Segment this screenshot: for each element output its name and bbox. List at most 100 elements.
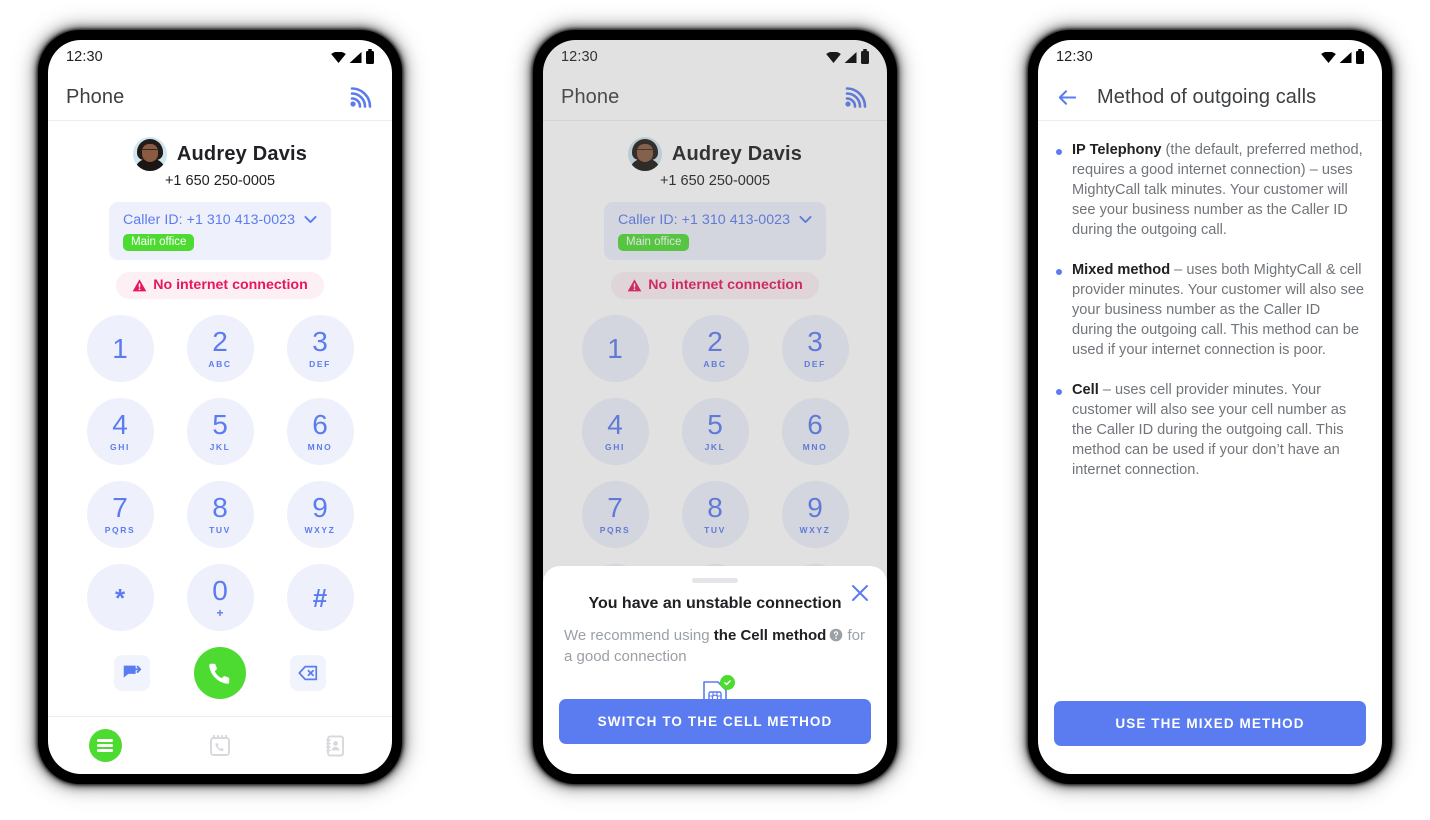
dialpad-key-digit: 3 [312, 326, 328, 358]
dialpad-key-0[interactable]: 0+ [186, 564, 254, 631]
status-icons-3 [1321, 48, 1364, 64]
dialpad-key-4[interactable]: 4 GHI [86, 398, 154, 465]
caller-id-tag: Main office [123, 234, 195, 251]
status-time: 12:30 [66, 49, 103, 65]
dialpad-key-#[interactable]: # [286, 564, 354, 631]
list-item-text: Cell – uses cell provider minutes. Your … [1072, 381, 1364, 481]
dialpad-key-letters: TUV [209, 525, 231, 536]
sheet-title: You have an unstable connection [588, 595, 842, 612]
warning-triangle-icon [132, 278, 147, 291]
dialpad-key-digit: 5 [212, 409, 228, 441]
dialpad-key-6[interactable]: 6 MNO [286, 398, 354, 465]
wifi-icon [331, 51, 346, 63]
action-row [48, 647, 392, 699]
back-arrow-icon[interactable] [1056, 86, 1079, 109]
nav-item-contacts[interactable] [277, 733, 392, 759]
app-bar: Phone [48, 74, 392, 121]
list-item-text: Mixed method – uses both MightyCall & ce… [1072, 261, 1364, 361]
chevron-down-icon [304, 216, 317, 223]
phone3-button-wrap: USE THE MIXED METHOD [1054, 701, 1366, 746]
sheet-drag-handle[interactable] [692, 578, 738, 583]
phone1-screen: 12:30 Phone Audrey Davis +1 650 250-0005… [48, 40, 392, 774]
warning-wrap: No internet connection [48, 272, 392, 299]
sheet-button-wrap: SWITCH TO THE CELL METHOD [559, 699, 871, 744]
avatar [132, 137, 167, 171]
sheet-body-bold: the Cell method [713, 627, 827, 644]
list-item: Mixed method – uses both MightyCall & ce… [1056, 261, 1364, 361]
dialpad-key-2[interactable]: 2 ABC [186, 315, 254, 382]
dialpad-key-letters: DEF [309, 359, 331, 370]
list-item-term: Cell [1072, 381, 1099, 398]
caller-id-row: Caller ID: +1 310 413-0023 [123, 211, 319, 228]
sheet-body-pre: We recommend using [564, 627, 714, 644]
app-bar-left-3: Method of outgoing calls [1056, 86, 1316, 109]
use-mixed-method-button[interactable]: USE THE MIXED METHOD [1054, 701, 1366, 746]
contact-name: Audrey Davis [176, 142, 308, 165]
screenshot-stage: 12:30 Phone Audrey Davis +1 650 250-0005… [0, 0, 1430, 820]
dialpad-key-1[interactable]: 1 [86, 315, 154, 382]
outgoing-call-methods-list: IP Telephony (the default, preferred met… [1038, 121, 1382, 501]
dialpad-key-digit: 2 [212, 326, 228, 358]
bullet-icon [1056, 149, 1062, 155]
dialpad-key-letters: PQRS [104, 525, 136, 536]
list-item: IP Telephony (the default, preferred met… [1056, 141, 1364, 241]
message-button[interactable] [114, 655, 150, 691]
dialpad-key-digit: 0 [212, 574, 228, 606]
list-item-description: – uses cell provider minutes. Your custo… [1072, 381, 1347, 478]
status-bar: 12:30 [48, 40, 392, 74]
dialpad-key-8[interactable]: 8 TUV [186, 481, 254, 548]
contacts-book-icon [325, 735, 344, 756]
phone2-screen: 12:30 Phone Audrey Davis +1 650 250-0005… [543, 40, 887, 774]
caller-id-label: Caller ID: +1 310 413-0023 [123, 211, 296, 228]
battery-icon [366, 48, 374, 64]
check-badge-icon [720, 674, 735, 690]
dialpad-key-digit: 6 [312, 409, 328, 441]
status-time-3: 12:30 [1056, 49, 1093, 65]
dialpad-key-letters: + [216, 605, 224, 620]
signal-icon [349, 51, 362, 63]
bottom-nav [48, 716, 392, 774]
sheet-body: We recommend using the Cell method for a… [564, 625, 866, 668]
close-icon[interactable] [849, 582, 871, 604]
dialpad: 1 2 ABC 3 DEF 4 GHI 5 JKL 6 MNO 7 PQRS 8 TUV 9 WXYZ * 0 + # [48, 315, 392, 631]
list-item-term: Mixed method [1072, 261, 1171, 278]
phone-mockup-1: 12:30 Phone Audrey Davis +1 650 250-0005… [40, 32, 400, 782]
warning-text: No internet connection [153, 277, 308, 293]
backspace-button[interactable] [290, 655, 326, 691]
nav-item-history[interactable] [163, 733, 278, 759]
call-button[interactable] [194, 647, 246, 699]
dialpad-key-digit: # [312, 582, 328, 613]
wifi-icon [1321, 51, 1336, 63]
contact-phone: +1 650 250-0005 [164, 173, 276, 189]
contact-block: Audrey Davis +1 650 250-0005 Caller ID: … [48, 121, 392, 299]
dialpad-key-digit: * [114, 582, 126, 613]
bullet-icon [1056, 388, 1062, 395]
help-circle-icon[interactable] [829, 628, 843, 642]
dialpad-key-letters: WXYZ [304, 525, 336, 536]
dialpad-key-5[interactable]: 5 JKL [186, 398, 254, 465]
message-icon [123, 665, 142, 678]
backspace-icon [298, 665, 318, 681]
page-title: Phone [66, 85, 125, 108]
battery-icon [1356, 48, 1364, 64]
broadcast-signal-icon[interactable] [348, 85, 374, 109]
dialpad-menu-icon [88, 729, 122, 762]
call-icon [209, 663, 230, 684]
dialpad-key-letters: GHI [110, 442, 130, 453]
nav-item-dialpad[interactable] [48, 729, 163, 762]
caller-id-selector[interactable]: Caller ID: +1 310 413-0023 Main office [109, 202, 331, 260]
status-badge-no-internet: No internet connection [116, 272, 324, 299]
app-bar-3: Method of outgoing calls [1038, 74, 1382, 121]
dialpad-key-9[interactable]: 9 WXYZ [286, 481, 354, 548]
phone-mockup-2: 12:30 Phone Audrey Davis +1 650 250-0005… [535, 32, 895, 782]
dialpad-key-3[interactable]: 3 DEF [286, 315, 354, 382]
switch-to-cell-method-button[interactable]: SWITCH TO THE CELL METHOD [559, 699, 871, 744]
status-icons [331, 48, 374, 64]
dialpad-key-7[interactable]: 7 PQRS [86, 481, 154, 548]
list-item: Cell – uses cell provider minutes. Your … [1056, 381, 1364, 481]
bullet-icon [1056, 268, 1062, 275]
contact-row: Audrey Davis [48, 137, 392, 171]
call-history-icon [210, 734, 230, 756]
signal-icon [1339, 51, 1352, 63]
dialpad-key-*[interactable]: * [86, 564, 154, 631]
